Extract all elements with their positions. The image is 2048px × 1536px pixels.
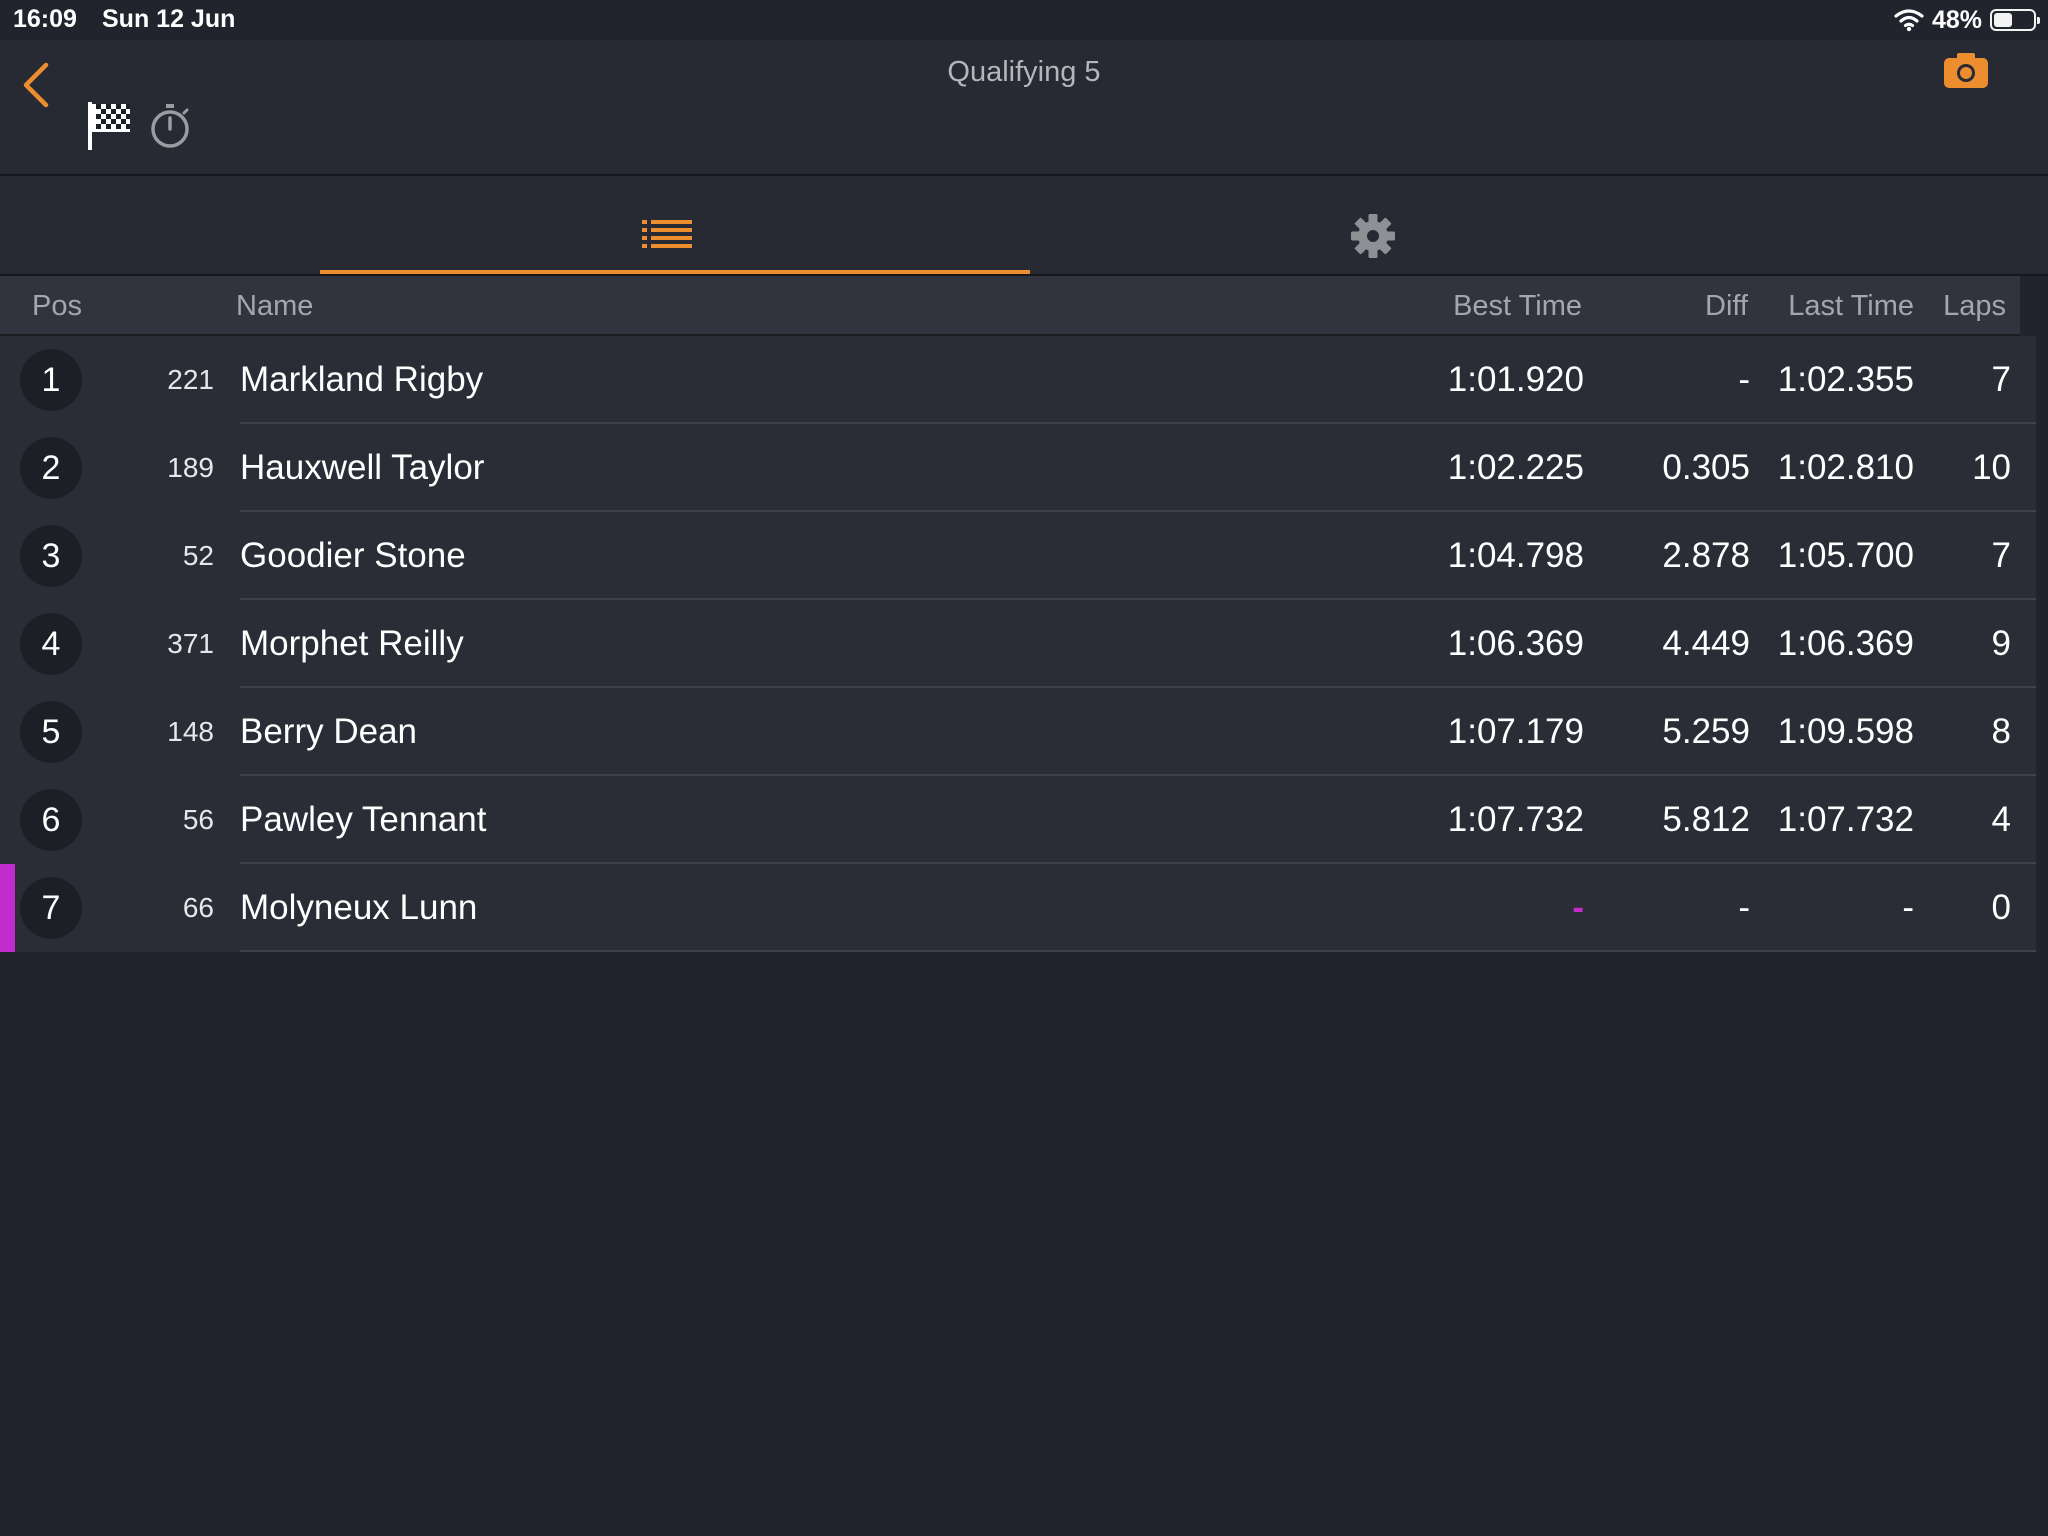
diff: - (1738, 888, 1750, 927)
last-time: 1:07.732 (1777, 800, 1914, 839)
position-badge: 2 (20, 437, 82, 499)
laps: 9 (1991, 624, 2011, 663)
kart-number: 371 (167, 628, 214, 659)
driver-name: Pawley Tennant (240, 800, 487, 839)
laps: 4 (1991, 800, 2011, 839)
driver-name: Berry Dean (240, 712, 418, 751)
camera-button[interactable] (1942, 50, 1990, 92)
last-time: 1:09.598 (1777, 712, 1914, 751)
kart-number: 66 (182, 892, 214, 923)
laps: 7 (1991, 536, 2011, 575)
last-time: - (1902, 888, 1914, 927)
diff: 5.259 (1662, 712, 1750, 751)
kart-number: 221 (167, 364, 214, 395)
laps: 8 (1991, 712, 2011, 751)
kart-number: 56 (182, 804, 214, 835)
diff: 2.878 (1662, 536, 1750, 575)
checkered-flag-icon[interactable] (86, 100, 132, 152)
battery-percentage: 48% (1931, 5, 1982, 34)
wifi-icon (1894, 9, 1924, 32)
laps: 7 (1991, 360, 2011, 399)
driver-name: Hauxwell Taylor (240, 448, 485, 487)
column-header-name[interactable]: Name (236, 290, 313, 323)
table-row[interactable]: 7 66 Molyneux Lunn - - - 0 (0, 864, 2036, 952)
driver-name: Markland Rigby (240, 360, 484, 399)
highlight-marker (0, 864, 15, 952)
tab-settings[interactable] (1030, 176, 1740, 274)
list-icon (642, 220, 692, 248)
status-time: 16:09 (13, 5, 77, 33)
results-table-header: Pos Name Best Time Diff Last Time Laps (0, 276, 2020, 336)
stopwatch-icon[interactable] (148, 102, 192, 150)
active-tab-indicator (320, 270, 1030, 274)
column-header-best-time[interactable]: Best Time (1453, 290, 1582, 323)
page-title: Qualifying 5 (947, 56, 1101, 88)
diff: 0.305 (1662, 448, 1750, 487)
driver-name: Goodier Stone (240, 536, 466, 575)
best-time: 1:02.225 (1447, 448, 1584, 487)
table-row[interactable]: 2 189 Hauxwell Taylor 1:02.225 0.305 1:0… (0, 424, 2036, 512)
laps: 0 (1991, 888, 2011, 927)
table-row[interactable]: 4 371 Morphet Reilly 1:06.369 4.449 1:06… (0, 600, 2036, 688)
kart-number: 52 (182, 540, 214, 571)
row-divider (240, 950, 2036, 952)
table-row[interactable]: 5 148 Berry Dean 1:07.179 5.259 1:09.598… (0, 688, 2036, 776)
table-row[interactable]: 6 56 Pawley Tennant 1:07.732 5.812 1:07.… (0, 776, 2036, 864)
kart-number: 148 (167, 716, 214, 747)
tab-bar (0, 176, 2048, 276)
position-badge: 1 (20, 349, 82, 411)
column-header-laps[interactable]: Laps (1943, 290, 2006, 323)
diff: 4.449 (1662, 624, 1750, 663)
camera-icon (1944, 53, 1988, 88)
position-badge: 5 (20, 701, 82, 763)
best-time: 1:06.369 (1447, 624, 1584, 663)
status-indicators: 48% (1894, 5, 2040, 35)
gear-icon (1351, 214, 1395, 258)
best-time: 1:07.179 (1447, 712, 1584, 751)
status-bar: 16:09 Sun 12 Jun 48% (0, 0, 2048, 40)
best-time: 1:01.920 (1447, 360, 1584, 399)
last-time: 1:06.369 (1777, 624, 1914, 663)
results-table: 1 221 Markland Rigby 1:01.920 - 1:02.355… (0, 336, 2036, 952)
column-header-last-time[interactable]: Last Time (1788, 290, 1914, 323)
kart-number: 189 (167, 452, 214, 483)
laps: 10 (1972, 448, 2011, 487)
column-header-pos[interactable]: Pos (32, 290, 82, 323)
last-time: 1:02.355 (1777, 360, 1914, 399)
best-time: 1:04.798 (1447, 536, 1584, 575)
battery-icon (1990, 9, 2040, 31)
best-time: - (1572, 888, 1584, 927)
last-time: 1:05.700 (1777, 536, 1914, 575)
position-badge: 6 (20, 789, 82, 851)
diff: 5.812 (1662, 800, 1750, 839)
position-badge: 4 (20, 613, 82, 675)
last-time: 1:02.810 (1777, 448, 1914, 487)
tab-results-list[interactable] (320, 176, 1030, 274)
column-header-diff[interactable]: Diff (1705, 290, 1748, 323)
best-time: 1:07.732 (1447, 800, 1584, 839)
table-row[interactable]: 3 52 Goodier Stone 1:04.798 2.878 1:05.7… (0, 512, 2036, 600)
driver-name: Morphet Reilly (240, 624, 464, 663)
table-row[interactable]: 1 221 Markland Rigby 1:01.920 - 1:02.355… (0, 336, 2036, 424)
position-badge: 3 (20, 525, 82, 587)
header: Qualifying 5 (0, 40, 2048, 176)
driver-name: Molyneux Lunn (240, 888, 478, 927)
position-badge: 7 (20, 877, 82, 939)
status-date: Sun 12 Jun (102, 5, 236, 33)
diff: - (1738, 360, 1750, 399)
